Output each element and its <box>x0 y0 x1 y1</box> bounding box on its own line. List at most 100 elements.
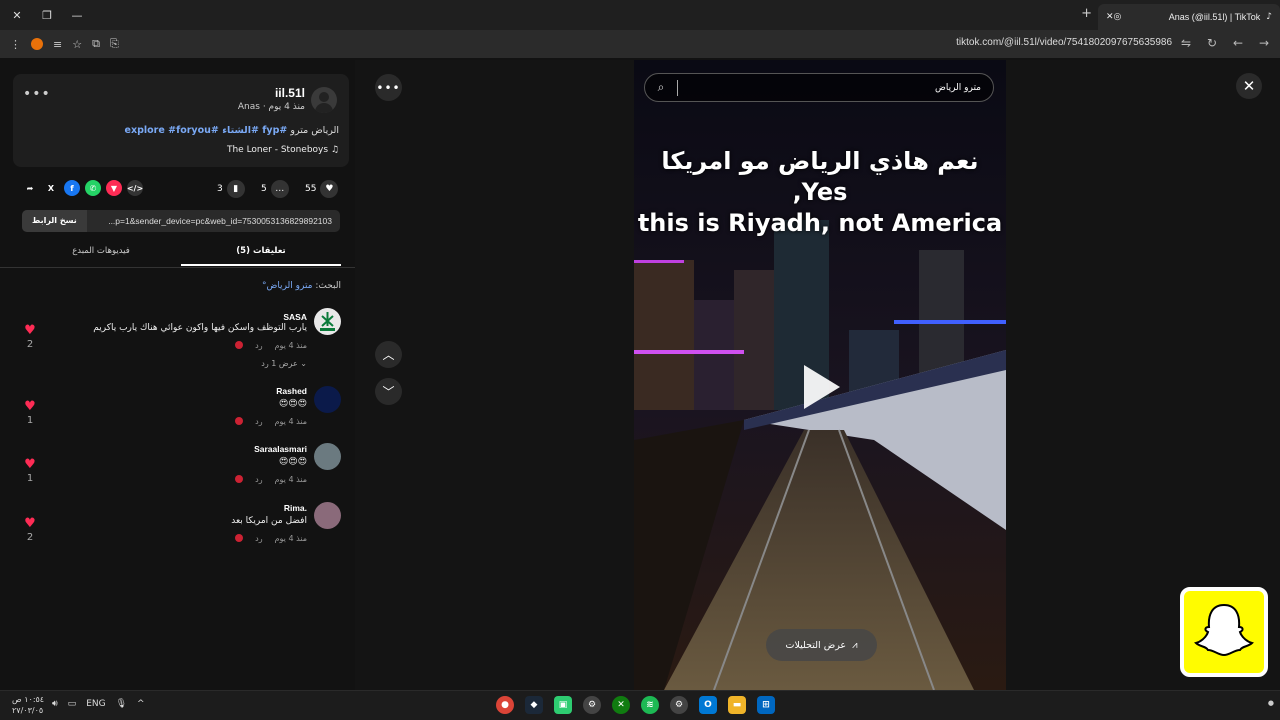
author-avatar[interactable] <box>311 87 337 113</box>
commenter-avatar[interactable] <box>314 386 341 413</box>
emblem-icon <box>320 312 335 331</box>
site-settings-icon[interactable]: ⇋ <box>1180 36 1192 50</box>
heart-icon[interactable]: ♥ <box>320 180 339 198</box>
author-username[interactable]: iil.51l <box>275 86 305 100</box>
tab-creator-videos[interactable]: فيديوهات المبدع <box>21 246 181 256</box>
video-search-input[interactable]: مترو الرياض <box>678 83 993 93</box>
play-icon[interactable] <box>804 365 840 409</box>
new-tab-button[interactable]: + <box>1081 6 1092 21</box>
likes-stat[interactable]: 55 ♥ <box>305 180 339 198</box>
comment-icon[interactable]: … <box>270 180 289 198</box>
language-indicator[interactable]: ENG <box>86 699 105 709</box>
commenter-name[interactable]: Rima. <box>284 503 307 513</box>
browser-titlebar: ✕ ❐ — + ✕ ◎ Anas (@iil.51l) | TikTok ♪ <box>0 0 1280 30</box>
view-analytics-button[interactable]: عرض التحليلات ⩘ <box>766 629 877 661</box>
repost-icon[interactable]: ▼ <box>106 180 122 196</box>
reply-button[interactable]: رد <box>255 534 262 543</box>
extension-icon[interactable] <box>31 38 43 50</box>
search-icon[interactable]: ⌕ <box>645 80 677 95</box>
network-icon[interactable]: ▭ <box>68 699 77 709</box>
share-link-text[interactable]: ...p=1&sender_device=pc&web_id=753005313… <box>87 216 340 226</box>
copy-link-button[interactable]: نسخ الرابط <box>22 210 87 232</box>
related-search[interactable]: البحث: مترو الرياض° <box>262 281 341 291</box>
view-replies-button[interactable]: عرض 1 رد ⌄ <box>261 359 307 368</box>
commenter-avatar[interactable] <box>314 308 341 335</box>
comments-panel: iil.51l Anas · منذ 4 يوم ••• الرياض مترو… <box>0 60 355 690</box>
reply-button[interactable]: رد <box>255 417 262 426</box>
spotify-icon[interactable]: ≋ <box>641 696 659 714</box>
comment-heart-icon[interactable]: ♥ <box>24 458 36 471</box>
next-video-button[interactable]: ﹀ <box>375 378 402 405</box>
comment-text: 😍😍😍 <box>278 457 307 467</box>
creator-like-icon <box>235 534 244 542</box>
settings-gear-icon[interactable]: ⚙ <box>583 696 601 714</box>
music-link[interactable]: The Loner - Stoneboys ♫ <box>227 145 339 155</box>
embed-code-icon[interactable]: </> <box>127 180 143 196</box>
commenter-name[interactable]: Rashed <box>276 386 307 396</box>
close-video-button[interactable]: ✕ <box>1236 73 1262 99</box>
post-actions: ➦ X f ✆ ▼ </> 3 ▮ 5 … 55 ♥ <box>0 178 355 200</box>
commenter-name[interactable]: Saraalasmari <box>254 444 307 454</box>
menu-icon[interactable]: ⋮ <box>10 38 21 51</box>
caption-hashtags[interactable]: #fyp #الشتاء #explore #foryou <box>125 125 288 136</box>
close-window-icon[interactable]: ✕ <box>10 9 24 22</box>
commenter-avatar[interactable] <box>314 443 341 470</box>
minimize-window-icon[interactable]: — <box>70 9 84 22</box>
tray-overflow-icon[interactable]: ^ <box>137 699 145 709</box>
chat-app-icon[interactable]: ▣ <box>554 696 572 714</box>
caption-text: الرياض مترو <box>290 125 339 136</box>
chrome-icon[interactable]: ● <box>496 696 514 714</box>
comments-stat[interactable]: 5 … <box>261 180 289 198</box>
comment-heart-icon[interactable]: ♥ <box>24 324 36 337</box>
comment-heart-icon[interactable]: ♥ <box>24 400 36 413</box>
xbox-icon[interactable]: ✕ <box>612 696 630 714</box>
snapchat-ghost-icon <box>1194 603 1254 657</box>
comment-heart-icon[interactable]: ♥ <box>24 517 36 530</box>
creator-like-icon <box>235 341 244 349</box>
system-clock[interactable]: ١٠:٥٤ ص ٢٧/٠٣/٠٥ <box>12 694 44 716</box>
tab-audio-icon[interactable]: ◎ <box>1114 12 1122 22</box>
reload-icon[interactable]: ↻ <box>1206 36 1218 50</box>
comment-like[interactable]: ♥ 1 <box>24 400 36 426</box>
related-search-query[interactable]: مترو الرياض <box>266 281 312 291</box>
commenter-avatar[interactable] <box>314 502 341 529</box>
extensions-puzzle-icon[interactable]: ⧉ <box>92 37 100 51</box>
video-search-bar[interactable]: ⌕ مترو الرياض <box>644 73 994 102</box>
share-arrow-icon[interactable]: ➦ <box>22 180 38 196</box>
saves-stat[interactable]: 3 ▮ <box>217 180 245 198</box>
commenter-name[interactable]: SASA <box>283 312 307 322</box>
tab-comments[interactable]: (5) تعليقات <box>181 246 341 256</box>
reply-button[interactable]: رد <box>255 341 262 350</box>
previous-video-button[interactable]: ︿ <box>375 341 402 368</box>
facebook-share-icon[interactable]: f <box>64 180 80 196</box>
view-replies-label: عرض 1 رد <box>261 359 298 368</box>
file-explorer-icon[interactable]: ▬ <box>728 696 746 714</box>
comment-like[interactable]: ♥ 2 <box>24 517 36 543</box>
gear-icon[interactable]: ⚙ <box>670 696 688 714</box>
volume-icon[interactable]: 🔊︎ <box>52 699 58 709</box>
comment-like[interactable]: ♥ 1 <box>24 458 36 484</box>
windows-start-icon[interactable]: ⊞ <box>757 696 775 714</box>
whatsapp-share-icon[interactable]: ✆ <box>85 180 101 196</box>
browser-tab[interactable]: ✕ ◎ Anas (@iil.51l) | TikTok ♪ <box>1098 4 1280 30</box>
reply-button[interactable]: رد <box>255 475 262 484</box>
bookmark-star-icon[interactable]: ☆ <box>72 38 82 51</box>
video-player[interactable]: ⌕ مترو الرياض نعم هاذي الرياض مو امريكا … <box>634 60 1006 690</box>
x-share-icon[interactable]: X <box>43 180 59 196</box>
video-more-options-icon[interactable]: ••• <box>375 74 402 101</box>
steam-icon[interactable]: ◆ <box>525 696 543 714</box>
media-control-icon[interactable]: ≡ <box>53 38 62 51</box>
more-options-icon[interactable]: ••• <box>23 86 51 102</box>
bookmark-icon[interactable]: ▮ <box>226 180 245 198</box>
tab-close-icon[interactable]: ✕ <box>1106 12 1114 22</box>
forward-icon[interactable]: → <box>1258 36 1270 50</box>
outlook-icon[interactable]: O <box>699 696 717 714</box>
restore-window-icon[interactable]: ❐ <box>40 9 54 22</box>
comment-time: منذ 4 يوم <box>274 534 307 543</box>
microphone-icon[interactable]: 🎙︎ <box>116 699 127 709</box>
comment-like[interactable]: ♥ 2 <box>24 324 36 350</box>
notification-icon[interactable]: ● <box>1268 699 1274 707</box>
screenshot-icon[interactable]: ⎘ <box>110 37 119 51</box>
back-icon[interactable]: ← <box>1232 36 1244 50</box>
address-bar[interactable]: tiktok.com/@iil.51l/video/75418020976756… <box>956 37 1172 48</box>
